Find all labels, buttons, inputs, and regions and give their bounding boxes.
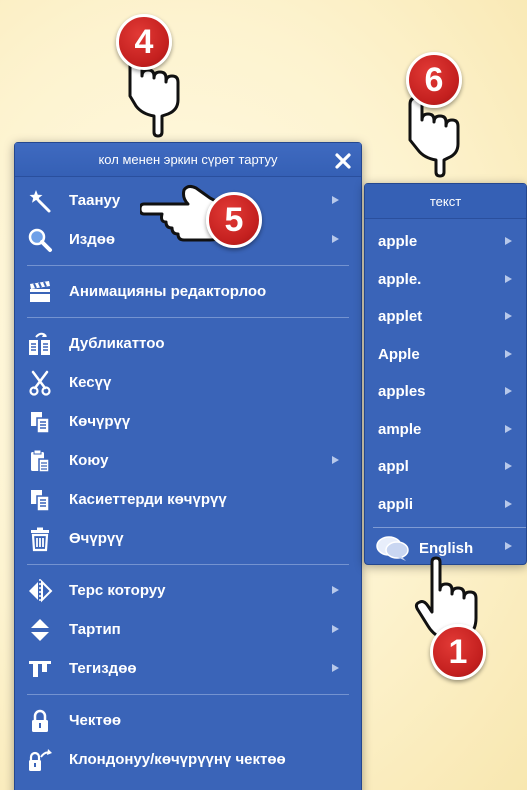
menu-item-flip[interactable]: Терс которуу xyxy=(15,571,361,610)
trash-icon xyxy=(27,526,53,552)
suggestion-item[interactable]: appl xyxy=(365,448,526,486)
submenu-arrow-icon xyxy=(332,235,339,243)
align-icon xyxy=(27,656,53,682)
menu-item-duplicate[interactable]: Дубликаттоо xyxy=(15,324,361,363)
suggestion-item[interactable]: apple xyxy=(365,223,526,261)
menu-item-label: Көчүрүү xyxy=(69,413,131,430)
suggestion-item[interactable]: apples xyxy=(365,373,526,411)
submenu-arrow-icon xyxy=(505,499,512,508)
menu-item-label: Тартип xyxy=(69,621,121,638)
suggestion-label: appli xyxy=(378,495,414,513)
suggestion-label: apple xyxy=(378,233,418,251)
menu-item-cut[interactable]: Кесүү xyxy=(15,363,361,402)
magic-wand-icon xyxy=(27,188,53,214)
menu-item-copy-properties[interactable]: Касиеттерди көчүрүү xyxy=(15,480,361,519)
suggestion-label: applet xyxy=(378,308,423,326)
menu-header: кол менен эркин сүрөт тартуу xyxy=(15,143,361,177)
menu-item-label: Издөө xyxy=(69,231,116,248)
clapperboard-icon xyxy=(27,279,53,305)
menu-divider xyxy=(27,317,349,318)
menu-item-label: Клондонуу/көчүрүүнү чектөө xyxy=(69,751,286,768)
flip-icon xyxy=(27,578,53,604)
suggestion-item[interactable]: appli xyxy=(365,486,526,524)
duplicate-icon xyxy=(27,331,53,357)
copy-icon xyxy=(27,409,53,435)
menu-item-label: Анимацияны редакторлоо xyxy=(69,283,267,300)
submenu-arrow-icon xyxy=(505,349,512,358)
menu-item-lock-clone[interactable]: Клондонуу/көчүрүүнү чектөө xyxy=(15,740,361,779)
menu-item-label: Чектөө xyxy=(69,712,122,729)
menu-item-order[interactable]: Тартип xyxy=(15,610,361,649)
lock-icon xyxy=(27,708,53,734)
copy-properties-icon xyxy=(27,487,53,513)
menu-item-copy[interactable]: Көчүрүү xyxy=(15,402,361,441)
menu-divider xyxy=(27,694,349,695)
suggestion-item[interactable]: ample xyxy=(365,411,526,449)
submenu-arrow-icon xyxy=(332,196,339,204)
suggestion-item[interactable]: apple. xyxy=(365,261,526,299)
menu-title: кол менен эркин сүрөт тартуу xyxy=(98,152,278,167)
suggestion-item[interactable]: applet xyxy=(365,298,526,336)
submenu-arrow-icon xyxy=(332,586,339,594)
menu-item-align[interactable]: Тегиздөө xyxy=(15,649,361,688)
search-icon xyxy=(27,227,53,253)
menu-divider xyxy=(27,265,349,266)
menu-item-label: Таануу xyxy=(69,192,121,209)
menu-item-paste[interactable]: Коюу xyxy=(15,441,361,480)
menu-item-label: Коюу xyxy=(69,452,109,469)
order-icon xyxy=(27,617,53,643)
menu-item-delete[interactable]: Өчүрүү xyxy=(15,519,361,558)
submenu-arrow-icon xyxy=(505,312,512,320)
menu-item-label: Кесүү xyxy=(69,374,112,391)
submenu-arrow-icon xyxy=(505,462,512,470)
paste-icon xyxy=(27,448,53,474)
submenu-arrow-icon xyxy=(505,237,512,245)
menu-item-label: Терс которуу xyxy=(69,582,166,599)
submenu-arrow-icon xyxy=(505,274,512,283)
language-label: English xyxy=(419,539,474,557)
menu-item-edit-animation[interactable]: Анимацияны редакторлоо xyxy=(15,272,361,311)
submenu-arrow-icon xyxy=(332,625,339,633)
lock-clone-icon xyxy=(27,747,53,773)
menu-item-label: Тегиздөө xyxy=(69,660,137,677)
submenu-title: текст xyxy=(365,184,526,219)
suggestion-label: apples xyxy=(378,383,426,401)
submenu-arrow-icon xyxy=(332,456,339,464)
suggestion-label: Apple xyxy=(378,345,420,363)
submenu-arrow-icon xyxy=(332,664,339,672)
speech-bubble-icon xyxy=(375,535,409,561)
submenu-arrow-icon xyxy=(505,542,512,550)
suggestion-label: apple. xyxy=(378,270,422,288)
menu-item-label: Дубликаттоо xyxy=(69,335,165,352)
submenu-arrow-icon xyxy=(505,387,512,395)
callout-badge-4: 4 xyxy=(116,14,172,70)
recognition-submenu: текст apple apple. applet Apple apples a… xyxy=(364,183,527,565)
menu-item-label: Өчүрүү xyxy=(69,530,124,547)
suggestion-item[interactable]: Apple xyxy=(365,336,526,374)
close-icon[interactable] xyxy=(333,150,353,170)
menu-divider xyxy=(27,564,349,565)
callout-badge-1: 1 xyxy=(430,624,486,680)
callout-badge-6: 6 xyxy=(406,52,462,108)
submenu-arrow-icon xyxy=(505,424,512,433)
menu-item-label: Касиеттерди көчүрүү xyxy=(69,491,227,508)
suggestion-label: ample xyxy=(378,420,422,438)
menu-item-lock[interactable]: Чектөө xyxy=(15,701,361,740)
suggestion-label: appl xyxy=(378,458,409,476)
scissors-icon xyxy=(27,370,53,396)
callout-badge-5: 5 xyxy=(206,192,262,248)
